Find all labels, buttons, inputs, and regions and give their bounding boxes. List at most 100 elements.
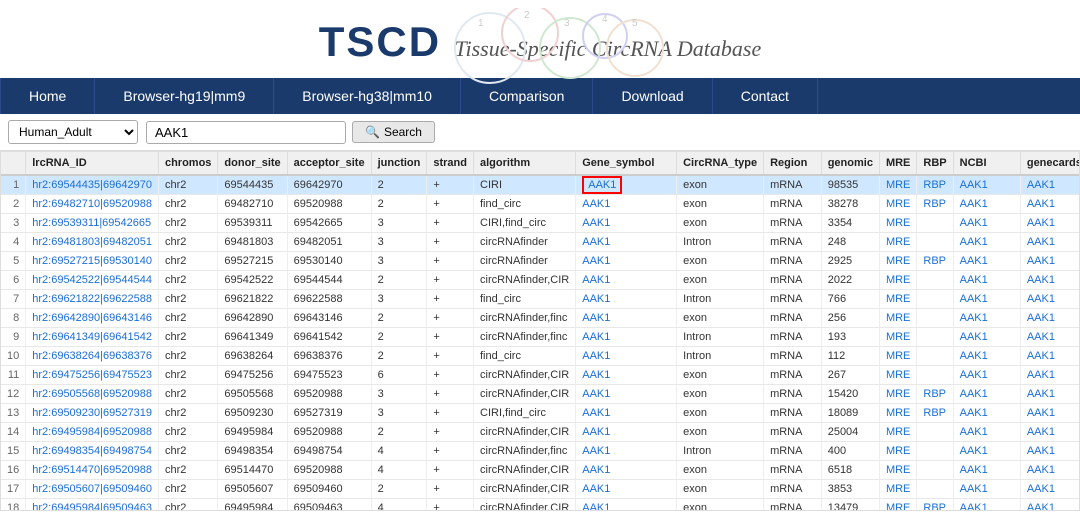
cell-rbp[interactable] — [917, 290, 953, 309]
nav-contact[interactable]: Contact — [713, 78, 818, 114]
cell-mre[interactable]: MRE — [879, 499, 916, 512]
cell-rbp[interactable] — [917, 328, 953, 347]
cell-lrcrna-id[interactable]: hr2:69498354|69498754 — [26, 442, 159, 461]
cell-ncbi[interactable]: AAK1 — [953, 309, 1020, 328]
cell-mre[interactable]: MRE — [879, 175, 916, 195]
cell-genecards[interactable]: AAK1 — [1020, 404, 1080, 423]
cell-ncbi[interactable]: AAK1 — [953, 195, 1020, 214]
cell-ncbi[interactable]: AAK1 — [953, 252, 1020, 271]
cell-rbp[interactable] — [917, 442, 953, 461]
cell-genecards[interactable]: AAK1 — [1020, 328, 1080, 347]
cell-ncbi[interactable]: AAK1 — [953, 366, 1020, 385]
cell-rbp[interactable]: RBP — [917, 404, 953, 423]
cell-mre[interactable]: MRE — [879, 423, 916, 442]
cell-gene-symbol[interactable]: AAK1 — [576, 366, 677, 385]
cell-gene-symbol[interactable]: AAK1 — [576, 404, 677, 423]
cell-gene-symbol[interactable]: AAK1 — [576, 290, 677, 309]
cell-gene-symbol[interactable]: AAK1 — [576, 385, 677, 404]
cell-lrcrna-id[interactable]: hr2:69642890|69643146 — [26, 309, 159, 328]
cell-genecards[interactable]: AAK1 — [1020, 347, 1080, 366]
cell-mre[interactable]: MRE — [879, 309, 916, 328]
cell-ncbi[interactable]: AAK1 — [953, 480, 1020, 499]
cell-ncbi[interactable]: AAK1 — [953, 214, 1020, 233]
nav-comparison[interactable]: Comparison — [461, 78, 593, 114]
cell-lrcrna-id[interactable]: hr2:69509230|69527319 — [26, 404, 159, 423]
cell-genecards[interactable]: AAK1 — [1020, 195, 1080, 214]
cell-ncbi[interactable]: AAK1 — [953, 385, 1020, 404]
cell-genecards[interactable]: AAK1 — [1020, 175, 1080, 195]
cell-lrcrna-id[interactable]: hr2:69514470|69520988 — [26, 461, 159, 480]
cell-gene-symbol[interactable]: AAK1 — [576, 175, 677, 195]
cell-rbp[interactable]: RBP — [917, 252, 953, 271]
cell-rbp[interactable] — [917, 461, 953, 480]
cell-lrcrna-id[interactable]: hr2:69482710|69520988 — [26, 195, 159, 214]
nav-browser-hg19[interactable]: Browser-hg19|mm9 — [95, 78, 274, 114]
cell-genecards[interactable]: AAK1 — [1020, 290, 1080, 309]
cell-ncbi[interactable]: AAK1 — [953, 175, 1020, 195]
cell-lrcrna-id[interactable]: hr2:69505607|69509460 — [26, 480, 159, 499]
cell-mre[interactable]: MRE — [879, 195, 916, 214]
cell-ncbi[interactable]: AAK1 — [953, 290, 1020, 309]
cell-genecards[interactable]: AAK1 — [1020, 480, 1080, 499]
cell-genecards[interactable]: AAK1 — [1020, 252, 1080, 271]
cell-lrcrna-id[interactable]: hr2:69527215|69530140 — [26, 252, 159, 271]
cell-genecards[interactable]: AAK1 — [1020, 366, 1080, 385]
cell-ncbi[interactable]: AAK1 — [953, 347, 1020, 366]
species-dropdown[interactable]: Human_Adult Human_Fetal Mouse_Adult Mous… — [8, 120, 138, 144]
cell-lrcrna-id[interactable]: hr2:69505568|69520988 — [26, 385, 159, 404]
nav-home[interactable]: Home — [0, 78, 95, 114]
cell-ncbi[interactable]: AAK1 — [953, 423, 1020, 442]
cell-rbp[interactable] — [917, 271, 953, 290]
cell-lrcrna-id[interactable]: hr2:69495984|69509463 — [26, 499, 159, 512]
cell-mre[interactable]: MRE — [879, 290, 916, 309]
cell-mre[interactable]: MRE — [879, 271, 916, 290]
cell-gene-symbol[interactable]: AAK1 — [576, 233, 677, 252]
cell-ncbi[interactable]: AAK1 — [953, 499, 1020, 512]
cell-rbp[interactable]: RBP — [917, 499, 953, 512]
cell-genecards[interactable]: AAK1 — [1020, 442, 1080, 461]
cell-gene-symbol[interactable]: AAK1 — [576, 195, 677, 214]
cell-rbp[interactable] — [917, 423, 953, 442]
cell-rbp[interactable]: RBP — [917, 385, 953, 404]
cell-ncbi[interactable]: AAK1 — [953, 271, 1020, 290]
cell-genecards[interactable]: AAK1 — [1020, 309, 1080, 328]
cell-gene-symbol[interactable]: AAK1 — [576, 328, 677, 347]
cell-genecards[interactable]: AAK1 — [1020, 271, 1080, 290]
cell-ncbi[interactable]: AAK1 — [953, 461, 1020, 480]
cell-gene-symbol[interactable]: AAK1 — [576, 499, 677, 512]
cell-mre[interactable]: MRE — [879, 404, 916, 423]
nav-download[interactable]: Download — [593, 78, 712, 114]
cell-gene-symbol[interactable]: AAK1 — [576, 271, 677, 290]
cell-mre[interactable]: MRE — [879, 214, 916, 233]
cell-gene-symbol[interactable]: AAK1 — [576, 480, 677, 499]
cell-mre[interactable]: MRE — [879, 347, 916, 366]
cell-gene-symbol[interactable]: AAK1 — [576, 252, 677, 271]
cell-genecards[interactable]: AAK1 — [1020, 499, 1080, 512]
cell-ncbi[interactable]: AAK1 — [953, 404, 1020, 423]
cell-lrcrna-id[interactable]: hr2:69481803|69482051 — [26, 233, 159, 252]
search-input[interactable] — [146, 121, 346, 144]
cell-genecards[interactable]: AAK1 — [1020, 461, 1080, 480]
cell-mre[interactable]: MRE — [879, 366, 916, 385]
cell-mre[interactable]: MRE — [879, 385, 916, 404]
cell-lrcrna-id[interactable]: hr2:69495984|69520988 — [26, 423, 159, 442]
cell-genecards[interactable]: AAK1 — [1020, 423, 1080, 442]
cell-lrcrna-id[interactable]: hr2:69621822|69622588 — [26, 290, 159, 309]
cell-genecards[interactable]: AAK1 — [1020, 214, 1080, 233]
cell-mre[interactable]: MRE — [879, 461, 916, 480]
cell-gene-symbol[interactable]: AAK1 — [576, 461, 677, 480]
cell-rbp[interactable]: RBP — [917, 195, 953, 214]
cell-mre[interactable]: MRE — [879, 233, 916, 252]
cell-mre[interactable]: MRE — [879, 328, 916, 347]
cell-mre[interactable]: MRE — [879, 480, 916, 499]
cell-genecards[interactable]: AAK1 — [1020, 233, 1080, 252]
cell-rbp[interactable] — [917, 480, 953, 499]
cell-lrcrna-id[interactable]: hr2:69475256|69475523 — [26, 366, 159, 385]
cell-rbp[interactable] — [917, 366, 953, 385]
cell-rbp[interactable] — [917, 214, 953, 233]
cell-mre[interactable]: MRE — [879, 442, 916, 461]
nav-browser-hg38[interactable]: Browser-hg38|mm10 — [274, 78, 461, 114]
cell-gene-symbol[interactable]: AAK1 — [576, 423, 677, 442]
cell-gene-symbol[interactable]: AAK1 — [576, 442, 677, 461]
cell-rbp[interactable] — [917, 309, 953, 328]
